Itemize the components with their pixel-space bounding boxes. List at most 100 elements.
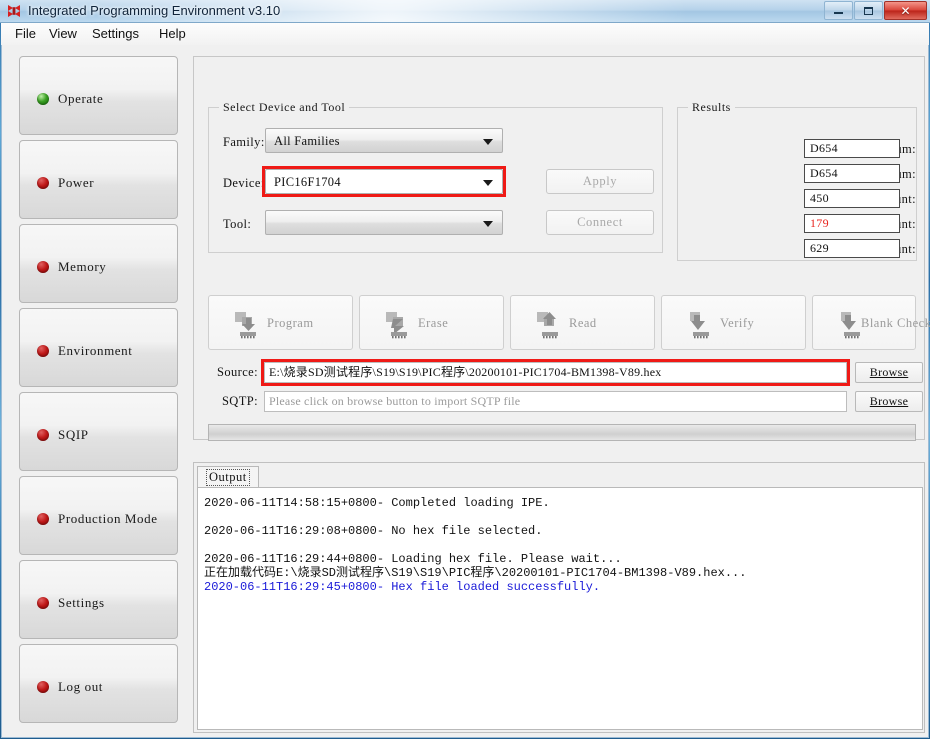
menu-file[interactable]: File — [9, 25, 42, 43]
read-button[interactable]: Read — [510, 295, 655, 350]
sidebar-item-label: Settings — [58, 594, 105, 612]
checksum-value: D654 — [810, 165, 838, 182]
group-title: Results — [688, 100, 735, 115]
tab-output[interactable]: Output — [197, 466, 259, 488]
source-browse-label: Browse — [870, 365, 908, 380]
status-indicator-icon — [37, 177, 49, 189]
menu-bar: File View Settings Help — [1, 23, 929, 46]
log-line: 2020-06-11T16:29:08+0800- No hex file se… — [204, 524, 922, 538]
sidebar-item-operate[interactable]: Operate — [19, 56, 178, 135]
family-combobox[interactable]: All Families — [265, 128, 503, 153]
window-title: Integrated Programming Environment v3.10 — [28, 2, 280, 20]
erase-button[interactable]: Erase — [359, 295, 504, 350]
chevron-down-icon — [483, 180, 493, 186]
main-content: Select Device and Tool Family: All Famil… — [188, 45, 928, 738]
status-indicator-icon — [37, 93, 49, 105]
sidebar-item-label: Power — [58, 174, 94, 192]
apply-button[interactable]: Apply — [546, 169, 654, 194]
minimize-icon — [825, 2, 852, 19]
select-device-and-tool-group: Select Device and Tool Family: All Famil… — [208, 107, 663, 253]
tool-label: Tool: — [223, 216, 251, 232]
sqtp-placeholder: Please click on browse button to import … — [269, 392, 844, 411]
chip-download-icon — [233, 309, 263, 339]
cp-off-checksum-field: D654 — [804, 139, 900, 158]
log-gap — [204, 538, 922, 552]
chevron-down-icon — [483, 221, 493, 227]
checksum-field: D654 — [804, 164, 900, 183]
erase-button-label: Erase — [418, 315, 448, 332]
sidebar-item-memory[interactable]: Memory — [19, 224, 178, 303]
title-bar: Integrated Programming Environment v3.10… — [0, 0, 930, 23]
program-button-label: Program — [267, 315, 314, 332]
sidebar-item-label: Memory — [58, 258, 106, 276]
status-indicator-icon — [37, 597, 49, 609]
sidebar-item-label: SQIP — [58, 426, 89, 444]
tool-combobox[interactable] — [265, 210, 503, 235]
connect-button[interactable]: Connect — [546, 210, 654, 235]
program-button[interactable]: Program — [208, 295, 353, 350]
device-combobox[interactable]: PIC16F1704 — [265, 169, 503, 194]
output-log: 2020-06-11T14:58:15+0800- Completed load… — [197, 488, 923, 730]
microchip-butterfly-icon — [6, 3, 22, 19]
progress-bar — [208, 424, 916, 441]
status-indicator-icon — [37, 261, 49, 273]
output-panel: Output 2020-06-11T14:58:15+0800- Complet… — [193, 462, 925, 733]
fail-count-field: 179 — [804, 214, 900, 233]
device-operations-panel: Select Device and Tool Family: All Famil… — [193, 56, 925, 440]
sidebar-item-log-out[interactable]: Log out — [19, 644, 178, 723]
sidebar-item-power[interactable]: Power — [19, 140, 178, 219]
sidebar-item-production-mode[interactable]: Production Mode — [19, 476, 178, 555]
menu-help[interactable]: Help — [153, 25, 192, 43]
log-line: 2020-06-11T16:29:45+0800- Hex file loade… — [204, 580, 922, 594]
source-input[interactable]: E:\烧录SD测试程序\S19\S19\PIC程序\20200101-PIC17… — [264, 362, 847, 383]
status-indicator-icon — [37, 681, 49, 693]
log-gap — [204, 510, 922, 524]
total-count-value: 629 — [810, 240, 829, 257]
close-icon: ✕ — [885, 2, 926, 19]
group-title: Select Device and Tool — [219, 100, 349, 115]
sidebar-item-label: Environment — [58, 342, 132, 360]
menu-settings[interactable]: Settings — [86, 25, 145, 43]
source-value: E:\烧录SD测试程序\S19\S19\PIC程序\20200101-PIC17… — [269, 363, 844, 382]
pass-count-value: 450 — [810, 190, 829, 207]
chip-upload-icon — [535, 309, 565, 339]
verify-button-label: Verify — [720, 315, 754, 332]
sidebar-item-label: Log out — [58, 678, 103, 696]
chip-check-icon — [686, 309, 716, 339]
sidebar-item-sqip[interactable]: SQIP — [19, 392, 178, 471]
read-button-label: Read — [569, 315, 597, 332]
status-indicator-icon — [37, 429, 49, 441]
blank-check-button-label: Blank Check — [861, 315, 930, 332]
chevron-down-icon — [483, 139, 493, 145]
close-button[interactable]: ✕ — [884, 1, 927, 20]
tab-output-label: Output — [206, 469, 250, 486]
cp-off-checksum-value: D654 — [810, 140, 838, 157]
sqtp-browse-label: Browse — [870, 394, 908, 409]
blank-check-button[interactable]: Blank Check — [812, 295, 916, 350]
sqtp-label: SQTP: — [208, 392, 258, 410]
chip-erase-icon — [384, 309, 414, 339]
pass-count-field: 450 — [804, 189, 900, 208]
sidebar-item-label: Operate — [58, 90, 103, 108]
source-browse-button[interactable]: Browse — [855, 362, 923, 383]
maximize-icon — [855, 2, 882, 19]
sidebar-item-environment[interactable]: Environment — [19, 308, 178, 387]
sqtp-browse-button[interactable]: Browse — [855, 391, 923, 412]
device-label: Device: — [223, 175, 265, 191]
log-line: 正在加载代码E:\烧录SD测试程序\S19\S19\PIC程序\20200101… — [204, 566, 922, 580]
fail-count-value: 179 — [810, 215, 829, 232]
results-group: Results CP=OFF Checksum: D654 Checksum: … — [677, 107, 917, 261]
log-line: 2020-06-11T14:58:15+0800- Completed load… — [204, 496, 922, 510]
sidebar-item-settings[interactable]: Settings — [19, 560, 178, 639]
sqtp-input[interactable]: Please click on browse button to import … — [264, 391, 847, 412]
verify-button[interactable]: Verify — [661, 295, 806, 350]
log-line: 2020-06-11T16:29:44+0800- Loading hex fi… — [204, 552, 922, 566]
status-indicator-icon — [37, 513, 49, 525]
sidebar-item-label: Production Mode — [58, 510, 158, 528]
family-value: All Families — [274, 129, 340, 154]
total-count-field: 629 — [804, 239, 900, 258]
menu-view[interactable]: View — [43, 25, 83, 43]
maximize-button[interactable] — [854, 1, 883, 20]
minimize-button[interactable] — [824, 1, 853, 20]
sidebar: Operate Power Memory Environment SQIP Pr… — [19, 56, 178, 728]
